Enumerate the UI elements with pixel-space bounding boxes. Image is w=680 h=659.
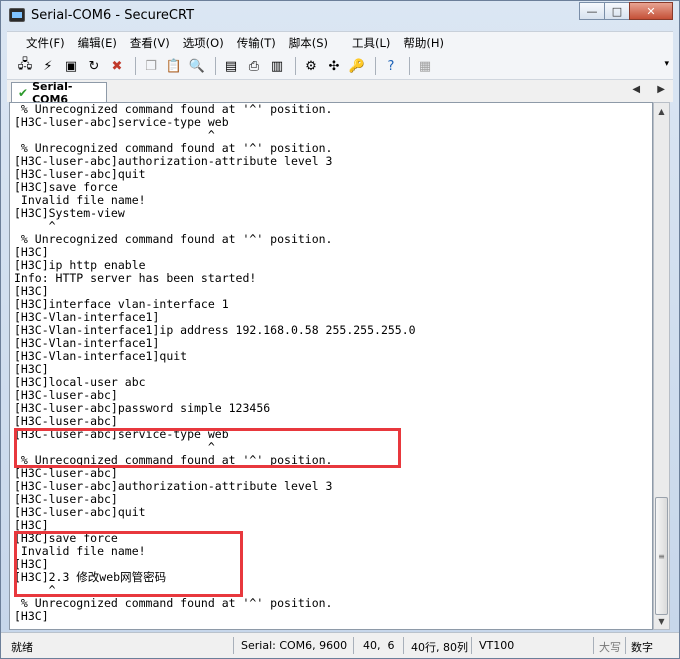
menu-options[interactable]: 选项(O) [178,35,229,51]
toolbar-separator [135,57,136,75]
terminal-line: Invalid file name! [14,544,146,558]
menu-edit[interactable]: 编辑(E) [73,35,122,51]
tab-next-icon[interactable]: ▶ [657,84,665,95]
status-num: 数字 [631,641,653,654]
session-options-icon[interactable]: ⚙ [301,56,321,76]
menu-help[interactable]: 帮助(H) [398,35,449,51]
status-terminal-type: VT100 [479,639,515,652]
scroll-down-icon[interactable]: ▼ [654,613,669,629]
scroll-thumb[interactable]: ≡ [655,497,668,615]
status-size: 40行, 80列 [411,641,468,654]
tab-serial-com6[interactable]: ✔ Serial-COM6 [11,80,107,106]
status-divider [625,637,626,654]
window-title: Serial-COM6 - SecureCRT [31,8,195,23]
terminal-lines: % Unrecognized command found at '^' posi… [14,103,416,623]
terminal-line: [H3C-luser-abc]quit [14,505,146,519]
quick-connect-icon[interactable]: ⚡ [38,56,58,76]
status-divider [593,637,594,654]
print-icon[interactable]: ⎙ [244,56,264,76]
status-divider [403,637,404,654]
terminal-line: Info: HTTP server has been started! [14,271,257,285]
window-controls: — □ ✕ [579,2,673,20]
menu-file[interactable]: 文件(F) [21,35,70,51]
menu-bar: 文件(F) 编辑(E) 查看(V) 选项(O) 传输(T) 脚本(S) 工具(L… [7,31,673,53]
status-divider [471,637,472,654]
status-divider [233,637,234,654]
minimize-button[interactable]: — [579,2,605,20]
keymap-icon[interactable]: 🔑 [347,56,367,76]
toolbar-overflow-icon[interactable]: ▾ [664,59,669,69]
connected-check-icon: ✔ [18,85,29,100]
status-divider [353,637,354,654]
menu-transfer[interactable]: 传输(T) [232,35,281,51]
tab-navigation: ◀ ▶ [618,84,665,95]
terminal-line: [H3C-Vlan-interface1]quit [14,349,188,363]
toolbar-separator [375,57,376,75]
securecrt-window: Serial-COM6 - SecureCRT — □ ✕ 文件(F) 编辑(E… [0,0,680,659]
scroll-up-icon[interactable]: ▲ [654,103,669,119]
status-cursor: 40, 6 [363,639,395,652]
menu-view[interactable]: 查看(V) [125,35,175,51]
session-tab-bar: ✔ Serial-COM6 ◀ ▶ [7,80,673,106]
find-icon[interactable]: 🔍 [187,56,207,76]
terminal-line: [H3C]System-view [14,206,125,220]
print-setup-icon[interactable]: ▤ [221,56,241,76]
disconnect-icon[interactable]: ✖ [107,56,127,76]
menu-script[interactable]: 脚本(S) [284,35,333,51]
copy-icon[interactable]: ❐ [141,56,161,76]
toolbar-separator [409,57,410,75]
reconnect-icon[interactable]: ↻ [84,56,104,76]
toolbar-separator [295,57,296,75]
terminal-output[interactable]: % Unrecognized command found at '^' posi… [9,102,653,630]
connect-tab-icon[interactable]: ▣ [61,56,81,76]
title-bar[interactable]: Serial-COM6 - SecureCRT — □ ✕ [1,1,679,31]
status-caps: 大写 [599,641,621,654]
terminal-line: [H3C] [14,609,49,623]
vertical-scrollbar[interactable]: ▲ ≡ ▼ [653,102,670,630]
connect-icon[interactable]: 🖧 [15,56,35,76]
tab-prev-icon[interactable]: ◀ [632,84,640,95]
terminal-line: % Unrecognized command found at '^' posi… [14,596,333,610]
maximize-button[interactable]: □ [604,2,630,20]
toolbar-separator [215,57,216,75]
terminal-line: [H3C]2.3 修改web网管密码 [14,570,167,584]
print-screen-icon[interactable]: ▥ [267,56,287,76]
status-ready: 就绪 [11,641,33,654]
terminal-line: % Unrecognized command found at '^' posi… [14,232,333,246]
menu-tools[interactable]: 工具(L) [347,35,395,51]
log-icon[interactable]: ▦ [415,56,435,76]
close-button[interactable]: ✕ [629,2,673,20]
status-bar: 就绪 Serial: COM6, 9600 40, 6 40行, 80列 VT1… [1,632,679,658]
help-icon[interactable]: ? [381,56,401,76]
status-connection: Serial: COM6, 9600 [241,639,348,652]
toolbar: 🖧 ⚡ ▣ ↻ ✖ ❐ 📋 🔍 ▤ ⎙ ▥ ⚙ ✣ 🔑 ? ▦ ▾ [7,53,673,80]
paste-icon[interactable]: 📋 [164,56,184,76]
app-icon[interactable] [9,8,25,22]
global-options-icon[interactable]: ✣ [324,56,344,76]
